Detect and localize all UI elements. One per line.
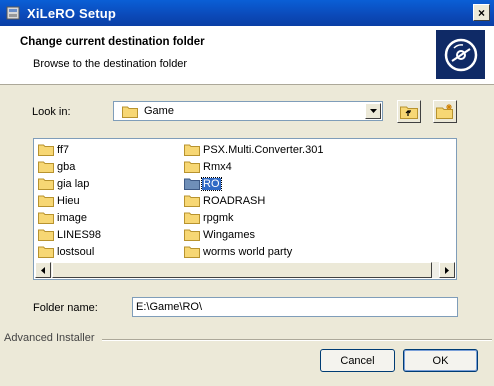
advanced-installer-label: Advanced Installer [4,332,95,344]
folder-item[interactable]: ROADRASH [184,192,324,209]
folder-icon [184,144,200,156]
folder-item[interactable]: rpgmk [184,209,324,226]
header-subtitle: Browse to the destination folder [33,58,188,70]
folder-up-icon [400,106,418,119]
folder-icon [38,195,54,207]
folder-icon [184,195,200,207]
folder-item-label: Wingames [203,228,255,241]
title-bar[interactable]: XiLeRO Setup × [0,0,494,26]
folder-item-label: ff7 [57,143,70,156]
folder-item-label: gia lap [57,177,90,190]
arrow-right-icon [445,266,449,274]
up-one-level-button[interactable] [397,100,421,123]
folder-icon [184,212,200,224]
horizontal-scrollbar[interactable] [35,262,455,278]
folder-item[interactable]: Hieu [38,192,102,209]
folder-item[interactable]: Rmx4 [184,158,324,175]
look-in-value: Game [144,105,174,117]
folder-name-label: Folder name: [33,302,98,314]
header-title: Change current destination folder [20,36,205,48]
folder-icon [38,161,54,173]
look-in-dropdown[interactable]: Game [113,101,383,121]
folder-item-label: rpgmk [203,211,234,224]
arrow-left-icon [41,266,45,274]
close-icon: × [477,5,485,20]
folder-item-label: Hieu [57,194,80,207]
folder-item-label: lostsoul [57,245,95,258]
folder-item-label: image [57,211,87,224]
folder-item[interactable]: PSX.Multi.Converter.301 [184,141,324,158]
folder-icon [38,212,54,224]
folder-name-input[interactable]: E:\Game\RO\ [132,297,458,317]
folder-open-icon [184,178,200,190]
ok-button[interactable]: OK [403,349,478,372]
footer-divider [102,339,492,341]
folder-item[interactable]: lostsoul [38,243,102,260]
chevron-down-icon[interactable] [365,103,381,119]
folder-item[interactable]: RO [184,175,324,192]
setup-dialog: XiLeRO Setup × Change current destinatio… [0,0,494,386]
scrollbar-thumb[interactable] [52,262,432,278]
close-button[interactable]: × [473,4,490,21]
folder-item-label: gba [57,160,76,173]
folder-item-label: ROADRASH [203,194,266,207]
folder-item-label: LINES98 [57,228,102,241]
folder-column-left: ff7 gba gia lap Hieu image LINES98 lostsoul [38,141,102,260]
folder-item-label: worms world party [203,245,293,258]
disc-logo-icon [436,30,485,79]
folder-item[interactable]: worms world party [184,243,324,260]
folder-item[interactable]: gba [38,158,102,175]
folder-column-right: PSX.Multi.Converter.301 Rmx4 RO ROADRASH rpg… [184,141,324,260]
folder-icon [184,246,200,258]
window-title: XiLeRO Setup [27,6,117,21]
folder-item[interactable]: LINES98 [38,226,102,243]
folder-icon [38,178,54,190]
folder-icon [38,246,54,258]
folder-item[interactable]: image [38,209,102,226]
folder-item-label: RO [201,176,222,191]
folder-icon [184,229,200,241]
folder-item-label: Rmx4 [203,160,232,173]
look-in-label: Look in: [32,106,71,118]
folder-icon [38,144,54,156]
folder-item[interactable]: ff7 [38,141,102,158]
new-folder-icon [436,104,453,119]
scroll-right-button[interactable] [439,262,455,278]
folder-item[interactable]: gia lap [38,175,102,192]
folder-item[interactable]: Wingames [184,226,324,243]
folder-item-label: PSX.Multi.Converter.301 [203,143,324,156]
installer-app-icon [6,6,20,20]
folder-icon [184,161,200,173]
folder-list[interactable]: ff7 gba gia lap Hieu image LINES98 lostsoul PS… [33,138,457,280]
dialog-header: Change current destination folder Browse… [0,26,494,85]
new-folder-button[interactable] [433,100,457,123]
cancel-button[interactable]: Cancel [320,349,395,372]
folder-icon [38,229,54,241]
folder-icon [122,106,138,118]
scroll-left-button[interactable] [35,262,51,278]
